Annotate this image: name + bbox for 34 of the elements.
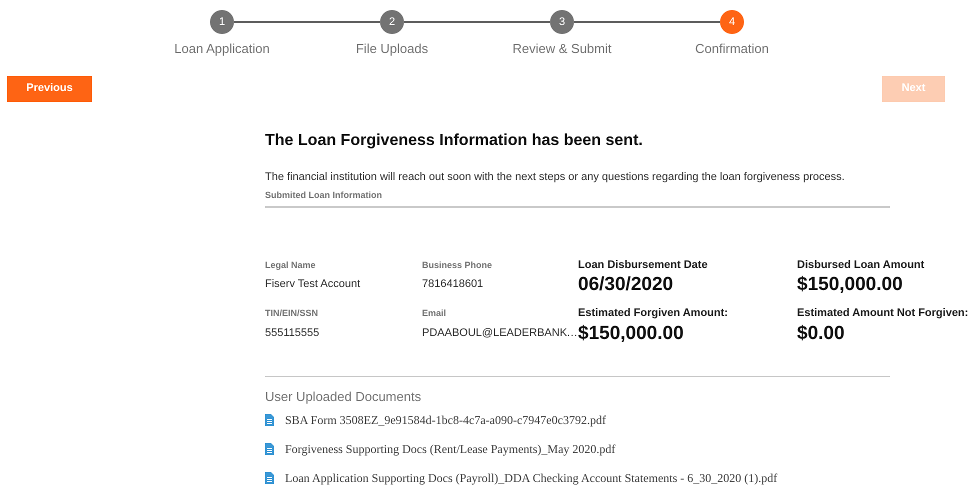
step-label: File Uploads: [356, 40, 428, 58]
amount-label: Estimated Forgiven Amount:: [578, 306, 729, 321]
amount-value: $0.00: [797, 322, 846, 346]
section-title: Submited Loan Information: [265, 189, 890, 208]
field-label: Legal Name: [265, 258, 317, 272]
field-value: 555115555: [265, 326, 320, 340]
step-number: 2: [380, 10, 404, 34]
amount-value: $150,000.00: [578, 322, 685, 346]
step-number: 1: [210, 10, 234, 34]
document-icon: [265, 443, 274, 455]
document-link[interactable]: Loan Application Supporting Docs (Payroll)_DDA Checking Account Statements - 6_30_2020 (1).pdf: [285, 469, 778, 487]
amount-value: 06/30/2020: [578, 273, 674, 297]
step-number: 4: [720, 10, 744, 34]
field-label: Business Phone: [422, 258, 494, 272]
field-value: PDAABOUL@LEADERBANK.…: [422, 326, 578, 338]
field-value: 7816418601: [422, 277, 484, 292]
document-icon: [265, 472, 274, 484]
step-label: Loan Application: [174, 40, 270, 58]
documents-title: User Uploaded Documents: [265, 388, 422, 406]
confirmation-message: The financial institution will reach out soon with the next steps or any questions regarding the loan forgiveness process.: [265, 170, 846, 184]
amount-label: Loan Disbursement Date: [578, 258, 709, 272]
field-value: Fiserv Test Account: [265, 277, 362, 292]
field-label: Email: [422, 307, 448, 320]
document-link[interactable]: Forgiveness Supporting Docs (Rent/Lease Payments)_May 2020.pdf: [285, 440, 616, 458]
step-label: Review & Submit: [512, 40, 612, 58]
step-label: Confirmation: [695, 40, 769, 58]
field-label: TIN/EIN/SSN: [265, 307, 320, 320]
document-icon: [265, 414, 274, 426]
amount-label: Estimated Amount Not Forgiven:: [797, 306, 970, 321]
confirmation-heading: The Loan Forgiveness Information has been sent.: [265, 130, 644, 150]
step-number: 3: [550, 10, 574, 34]
amount-label: Disbursed Loan Amount: [797, 258, 926, 272]
document-link[interactable]: SBA Form 3508EZ_9e91584d-1bc8-4c7a-a090-c7947e0c3792.pdf: [285, 411, 606, 429]
amount-value: $150,000.00: [797, 273, 904, 297]
